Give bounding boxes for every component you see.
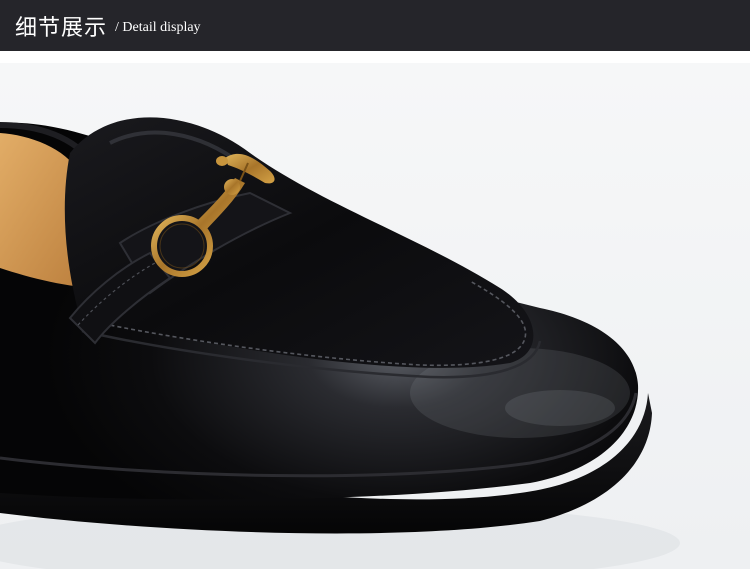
toe-glare xyxy=(505,390,615,426)
section-header: 细节展示 / Detail display xyxy=(0,0,750,51)
section-title-chinese: 细节展示 xyxy=(15,15,108,41)
section-title-english: / Detail display xyxy=(115,19,201,35)
header-spacer xyxy=(0,51,750,63)
detail-display-page: 细节展示 / Detail display xyxy=(0,0,750,569)
shoe-detail-photo xyxy=(0,63,750,569)
shoe-illustration xyxy=(0,63,750,569)
